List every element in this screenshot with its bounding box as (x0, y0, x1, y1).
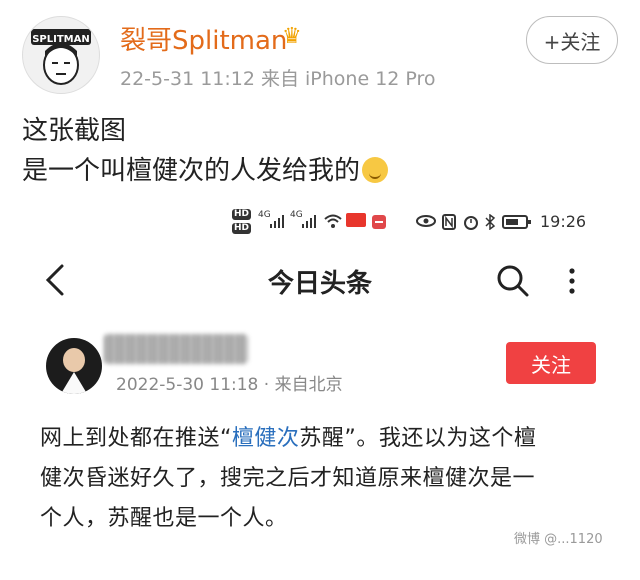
notification-icon (346, 213, 366, 227)
post-text-line-2-content: 是一个叫檀健次的人发给我的 (22, 156, 361, 186)
post-text-line-2: 是一个叫檀健次的人发给我的 (22, 150, 389, 187)
bluetooth-icon (485, 214, 496, 230)
battery-icon (502, 215, 531, 229)
signal-icon-2 (302, 215, 316, 228)
nfc-icon (442, 214, 456, 230)
signal-icon (270, 215, 284, 228)
wifi-icon (324, 214, 342, 228)
inner-text-line-1: 网上到处都在推送“檀健次苏醒”。我还以为这个檀 (40, 420, 536, 452)
post-meta: 22-5-31 11:12 来自 iPhone 12 Pro (120, 68, 436, 90)
smile-emoji-icon (362, 157, 389, 183)
follow-button[interactable]: +关注 (526, 16, 618, 64)
more-vertical-icon[interactable] (566, 268, 578, 294)
post-text-line-1: 这张截图 (22, 116, 127, 146)
status-bar: HD HD 4G 4G 19:26 (228, 208, 588, 238)
crown-icon: ♛ (282, 24, 302, 49)
username[interactable]: 裂哥Splitman (120, 20, 287, 57)
network-label-1: 4G (258, 210, 271, 220)
avatar-shirt (56, 372, 92, 394)
inner-post-meta: 2022-5-30 11:18 · 来自北京 (116, 375, 343, 395)
avatar-face (63, 348, 85, 372)
blurred-author-name (104, 334, 248, 364)
inner-text-line-2: 健次昏迷好久了，搜完之后才知道原来檀健次是一 (40, 466, 536, 491)
watermark: 微博 @...1120 (514, 532, 603, 547)
app-notification-icon (372, 215, 386, 229)
inner-follow-button[interactable]: 关注 (506, 342, 596, 384)
inner-text-line-3: 个人，苏醒也是一个人。 (40, 506, 288, 531)
hd-badge-1: HD (232, 209, 252, 220)
network-label-2: 4G (290, 210, 303, 220)
page-title: 今日头条 (267, 269, 372, 299)
alarm-icon (464, 216, 478, 230)
avatar-illustration: SPLITMAN (31, 29, 91, 85)
author-avatar[interactable] (46, 338, 102, 394)
topic-link[interactable]: 檀健次 (232, 426, 300, 451)
inner-text-line-1-post: 苏醒”。我还以为这个檀 (299, 426, 537, 451)
search-icon[interactable] (496, 264, 530, 298)
eye-icon (416, 215, 436, 227)
status-time: 19:26 (540, 212, 587, 231)
hd-badge-2: HD (232, 223, 252, 234)
inner-text-line-1-pre: 网上到处都在推送“ (40, 426, 232, 451)
avatar[interactable]: SPLITMAN (22, 16, 100, 94)
